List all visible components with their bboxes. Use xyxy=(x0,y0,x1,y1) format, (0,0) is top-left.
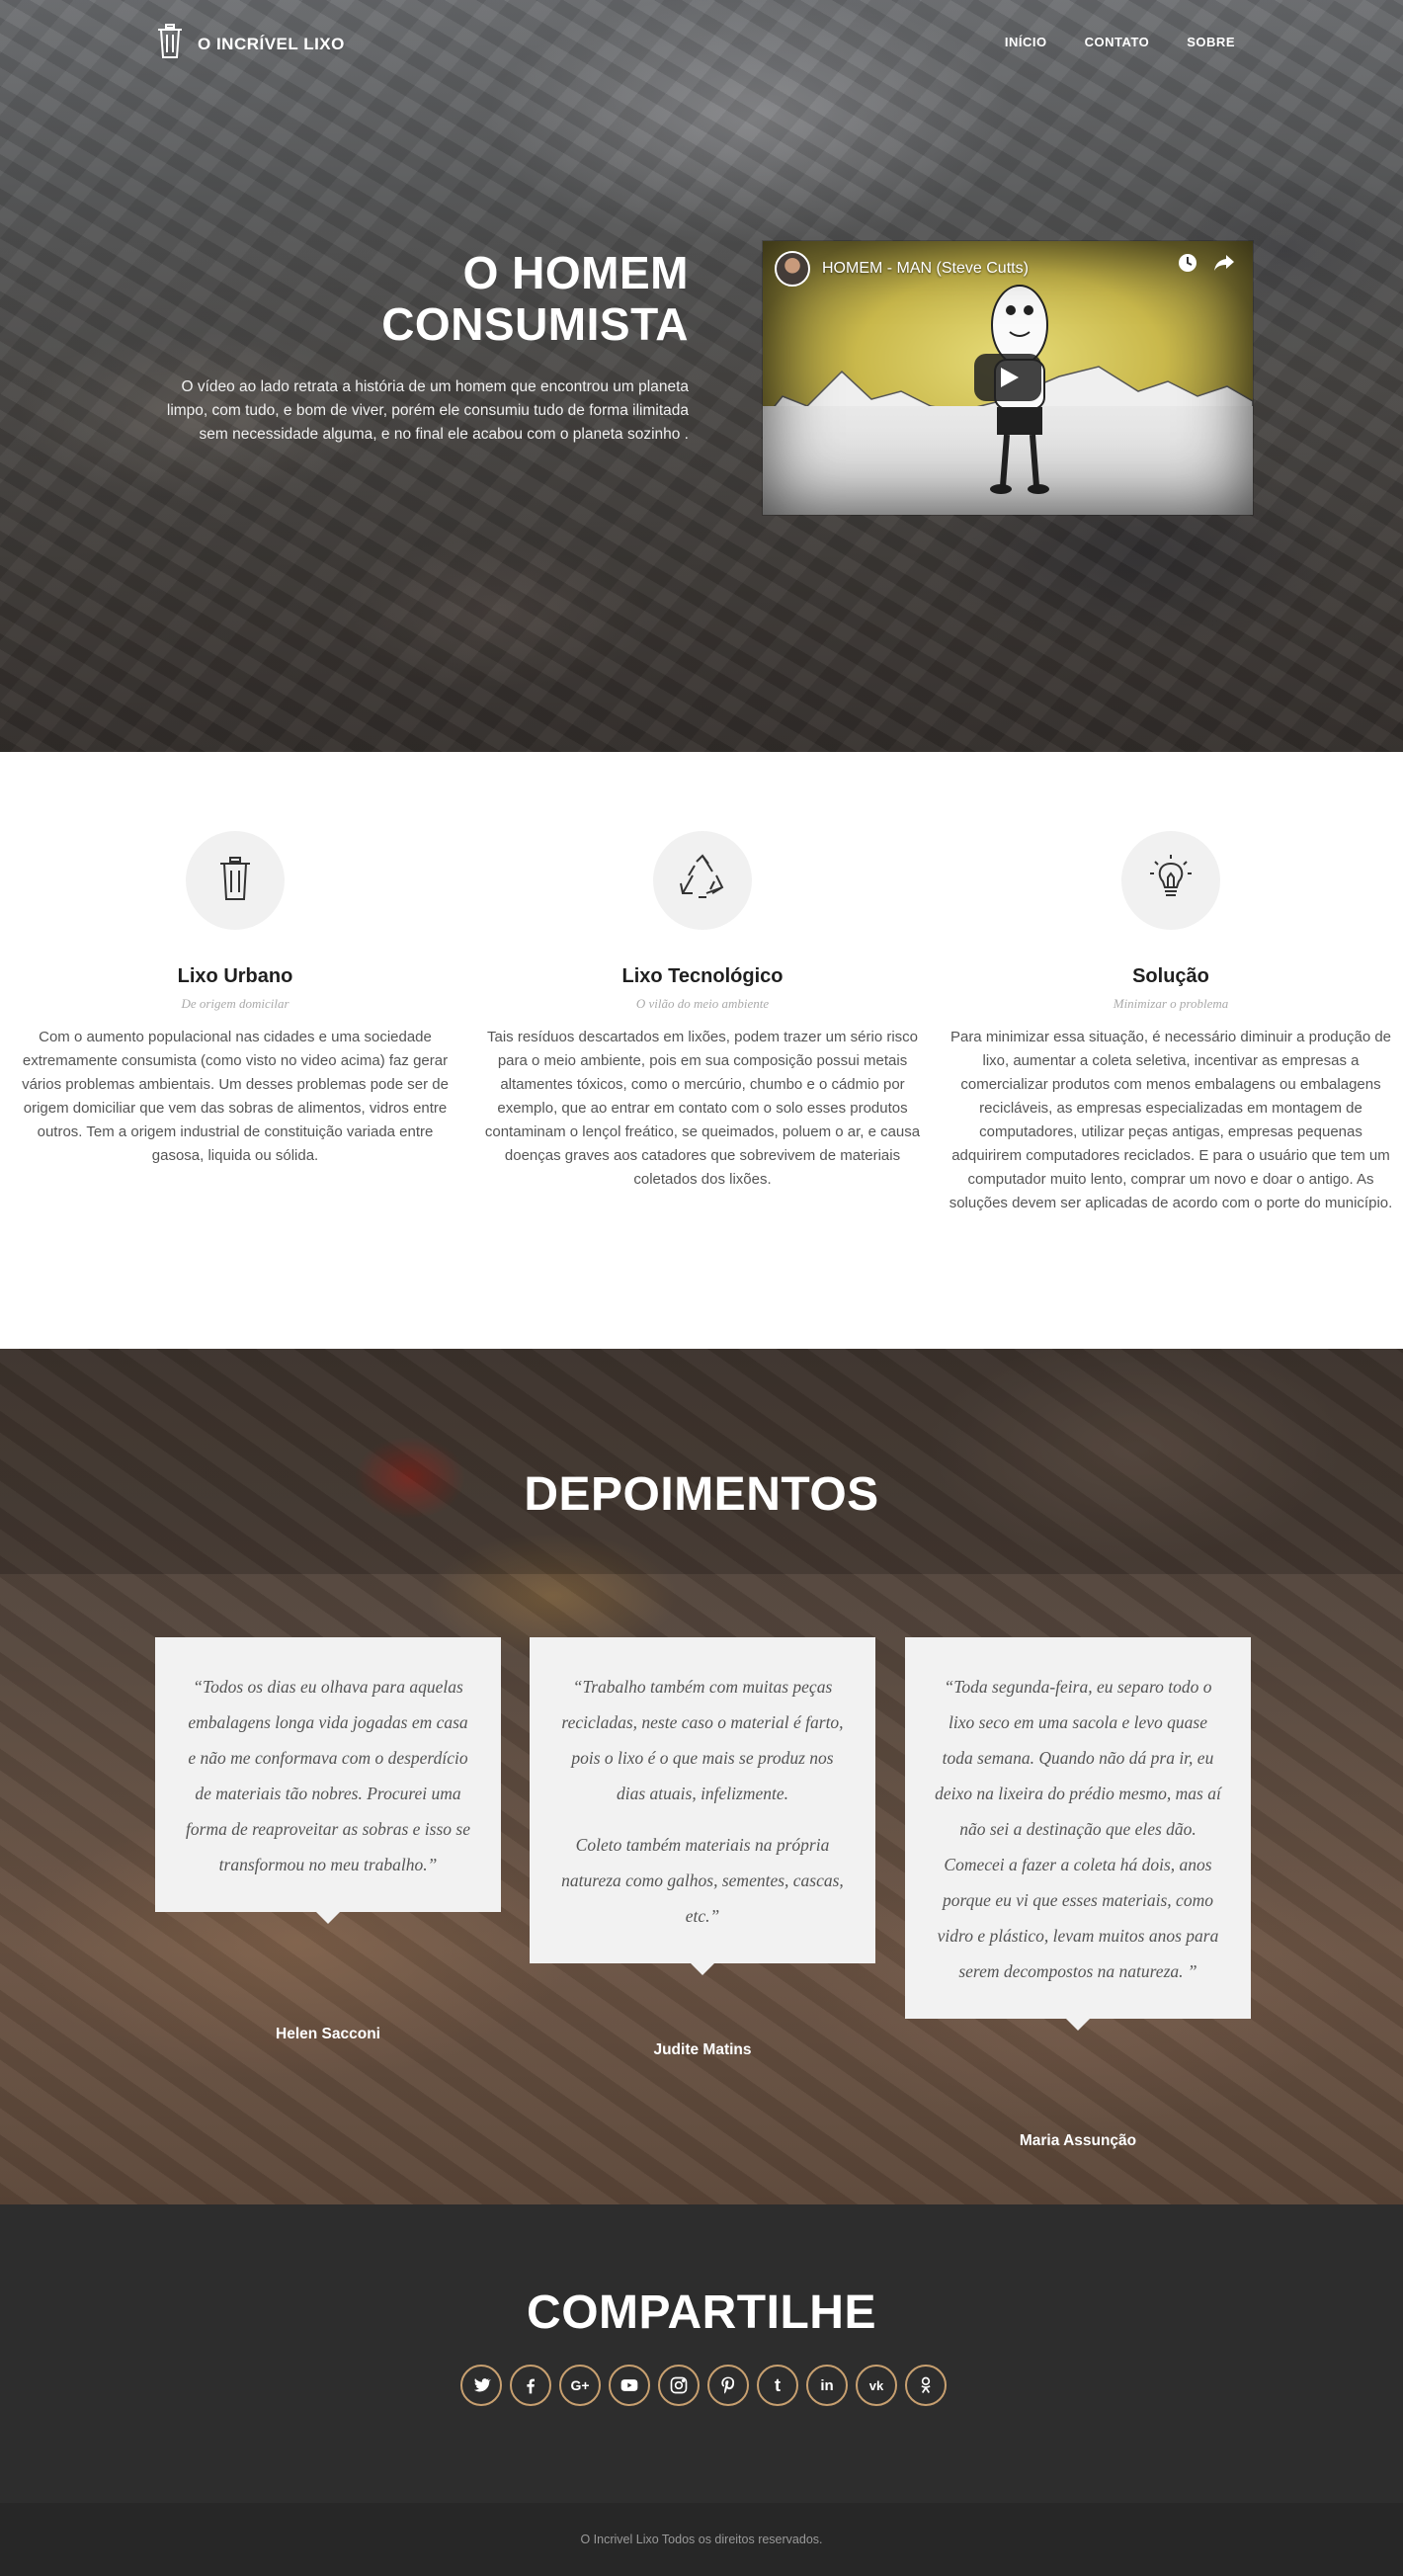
instagram-icon[interactable] xyxy=(658,2365,700,2406)
feature-solucao: Solução Minimizar o problema Para minimi… xyxy=(949,831,1393,1215)
linkedin-icon[interactable]: in xyxy=(806,2365,848,2406)
feature-title: Solução xyxy=(1132,965,1209,987)
testimonial-card: “Toda segunda-feira, eu separo todo o li… xyxy=(905,1637,1251,2031)
feature-text: Tais resíduos descartados em lixões, pod… xyxy=(484,1029,921,1188)
hero-section: O INCRÍVEL LIXO INÍCIO CONTATO SOBRE O H… xyxy=(0,0,1403,752)
feature-title: Lixo Urbano xyxy=(177,965,293,987)
nav-link-contato[interactable]: CONTATO xyxy=(1085,35,1150,49)
video-actions xyxy=(1178,253,1235,278)
navbar: O INCRÍVEL LIXO INÍCIO CONTATO SOBRE xyxy=(0,0,1403,87)
share-section: COMPARTILHE G+ t in vk xyxy=(0,2204,1403,2503)
feature-text: Com o aumento populacional nas cidades e… xyxy=(22,1029,449,1164)
feature-subtitle: Minimizar o problema xyxy=(1113,996,1229,1011)
feature-icon-circle xyxy=(653,831,752,930)
youtube-icon[interactable] xyxy=(609,2365,650,2406)
social-links: G+ t in vk xyxy=(460,2365,947,2406)
feature-icon-circle xyxy=(186,831,285,930)
play-icon[interactable] xyxy=(974,354,1041,401)
feature-title: Lixo Tecnológico xyxy=(621,965,784,987)
nav-link-sobre[interactable]: SOBRE xyxy=(1187,35,1235,49)
testimonial-quote: Coleto também materiais na própria natur… xyxy=(561,1835,844,1926)
testimonials-title-band xyxy=(0,1349,1403,1574)
main-menu: INÍCIO CONTATO SOBRE xyxy=(1005,35,1235,49)
testimonials-title: DEPOIMENTOS xyxy=(524,1468,879,1521)
feature-text: Para minimizar essa situação, é necessár… xyxy=(949,1029,1393,1211)
feature-lixo-urbano: Lixo Urbano De origem domicilar Com o au… xyxy=(13,831,457,1168)
trash-icon xyxy=(218,856,252,906)
share-title: COMPARTILHE xyxy=(527,2286,876,2339)
video-header: HOMEM - MAN (Steve Cutts) xyxy=(775,251,1029,287)
features-section: Lixo Urbano De origem domicilar Com o au… xyxy=(0,752,1403,1349)
hero-title-line-1: O HOMEM xyxy=(462,247,689,298)
twitter-icon[interactable] xyxy=(460,2365,502,2406)
feature-lixo-tecnologico: Lixo Tecnológico O vilão do meio ambient… xyxy=(480,831,925,1192)
hero-title: O HOMEM CONSUMISTA xyxy=(158,247,689,350)
brand-name: O INCRÍVEL LIXO xyxy=(198,34,345,53)
testimonials-section: DEPOIMENTOS “Todos os dias eu olhava par… xyxy=(0,1349,1403,2204)
testimonial-quote: “Todos os dias eu olhava para aquelas em… xyxy=(186,1677,470,1874)
feature-icon-circle xyxy=(1121,831,1220,930)
hero-description: O vídeo ao lado retrata a história de um… xyxy=(166,378,689,443)
video-title[interactable]: HOMEM - MAN (Steve Cutts) xyxy=(822,260,1029,278)
trash-icon xyxy=(156,24,184,64)
nav-link-inicio[interactable]: INÍCIO xyxy=(1005,35,1047,49)
testimonial-author: Judite Matins xyxy=(653,2041,752,2058)
odnoklassniki-icon[interactable] xyxy=(905,2365,947,2406)
hero-text: O HOMEM CONSUMISTA O vídeo ao lado retra… xyxy=(158,247,689,447)
clock-icon[interactable] xyxy=(1178,253,1197,278)
testimonial-quote: “Trabalho também com muitas peças recicl… xyxy=(561,1677,844,1803)
brand-logo-link[interactable]: O INCRÍVEL LIXO xyxy=(156,24,345,64)
feature-subtitle: O vilão do meio ambiente xyxy=(635,996,770,1011)
footer-copyright: O Incrivel Lixo Todos os direitos reserv… xyxy=(580,2533,823,2546)
testimonial-author: Maria Assunção xyxy=(1019,2132,1137,2149)
pinterest-icon[interactable] xyxy=(707,2365,749,2406)
hero-title-line-2: CONSUMISTA xyxy=(381,298,689,350)
testimonial-card: “Todos os dias eu olhava para aquelas em… xyxy=(155,1637,501,1924)
video-player[interactable]: HOMEM - MAN (Steve Cutts) xyxy=(763,241,1253,515)
facebook-icon[interactable] xyxy=(510,2365,551,2406)
recycle-icon xyxy=(677,853,728,908)
feature-subtitle: De origem domicilar xyxy=(181,996,289,1011)
channel-avatar[interactable] xyxy=(775,251,810,287)
share-icon[interactable] xyxy=(1213,253,1235,278)
google-plus-icon[interactable]: G+ xyxy=(559,2365,601,2406)
vk-icon[interactable]: vk xyxy=(856,2365,897,2406)
testimonial-card: “Trabalho também com muitas peças recicl… xyxy=(530,1637,875,1975)
tumblr-icon[interactable]: t xyxy=(757,2365,798,2406)
lightbulb-icon xyxy=(1149,854,1193,908)
testimonial-author: Helen Sacconi xyxy=(276,2026,380,2042)
testimonial-quote: “Toda segunda-feira, eu separo todo o li… xyxy=(935,1677,1221,1981)
footer: O Incrivel Lixo Todos os direitos reserv… xyxy=(0,2503,1403,2576)
